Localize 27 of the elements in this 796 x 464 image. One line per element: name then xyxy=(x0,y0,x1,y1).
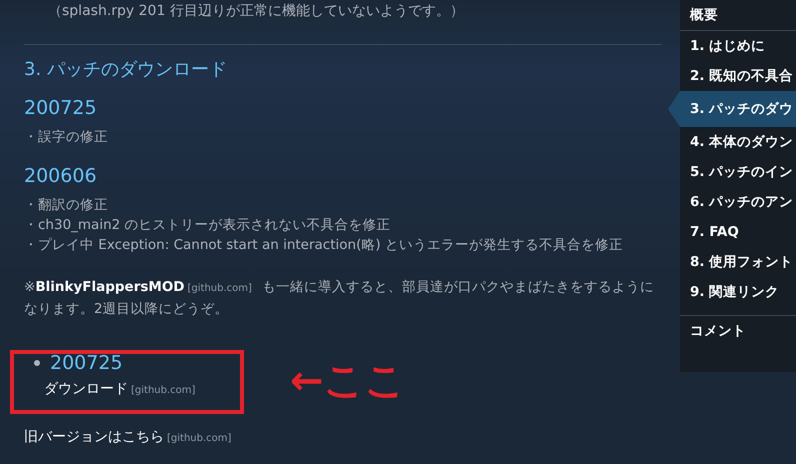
domain-label: [github.com] xyxy=(131,385,196,396)
bullet-icon xyxy=(34,360,40,366)
sidebar-item[interactable]: 9. 関連リンク xyxy=(680,277,796,307)
changelog-item: ・誤字の修正 xyxy=(24,128,109,147)
version-heading: 200725 xyxy=(50,352,123,374)
sidebar-item[interactable]: 2. 既知の不具合 xyxy=(680,61,796,91)
sidebar-item[interactable]: 3. パッチのダウ xyxy=(668,91,796,127)
changelog-item: ・ch30_main2 のヒストリーが表示されない不具合を修正 xyxy=(24,216,392,235)
sidebar-item[interactable]: 4. 本体のダウン xyxy=(680,127,796,157)
annotation-text: ←ここ xyxy=(290,356,406,406)
sidebar-item[interactable]: 5. パッチのイン xyxy=(680,157,796,187)
sidebar-item[interactable]: 1. はじめに xyxy=(680,31,796,61)
version-heading: 200725 xyxy=(24,97,98,119)
section-heading: 3. パッチのダウンロード xyxy=(24,58,228,81)
changelog-item: ・翻訳の修正 xyxy=(24,196,109,215)
download-link[interactable]: ダウンロード xyxy=(44,380,128,398)
note-paragraph: ※BlinkyFlappersMOD [github.com] も一緒に導入すると、部員達が口パクやまばたきをするようになります。2週目以降にどうぞ。 xyxy=(24,278,656,319)
sidebar-item[interactable]: 概要 xyxy=(680,0,796,31)
sidebar-item[interactable]: 8. 使用フォント xyxy=(680,247,796,277)
note-text: （splash.rpy 201 行目辺りが正常に機能していないようです。） xyxy=(47,2,465,21)
version-heading: 200606 xyxy=(24,165,98,187)
sidebar-item[interactable]: 7. FAQ xyxy=(680,217,796,247)
changelog-item: ・プレイ中 Exception: Cannot start an interaction(略) というエラーが発生する不具合を修正 xyxy=(24,236,624,255)
sidebar-item[interactable]: コメント xyxy=(680,316,796,346)
domain-label: [github.com] xyxy=(167,433,232,444)
old-versions-link[interactable]: 旧バージョンはこちら xyxy=(24,428,164,446)
sidebar-item[interactable]: 6. パッチのアン xyxy=(680,187,796,217)
